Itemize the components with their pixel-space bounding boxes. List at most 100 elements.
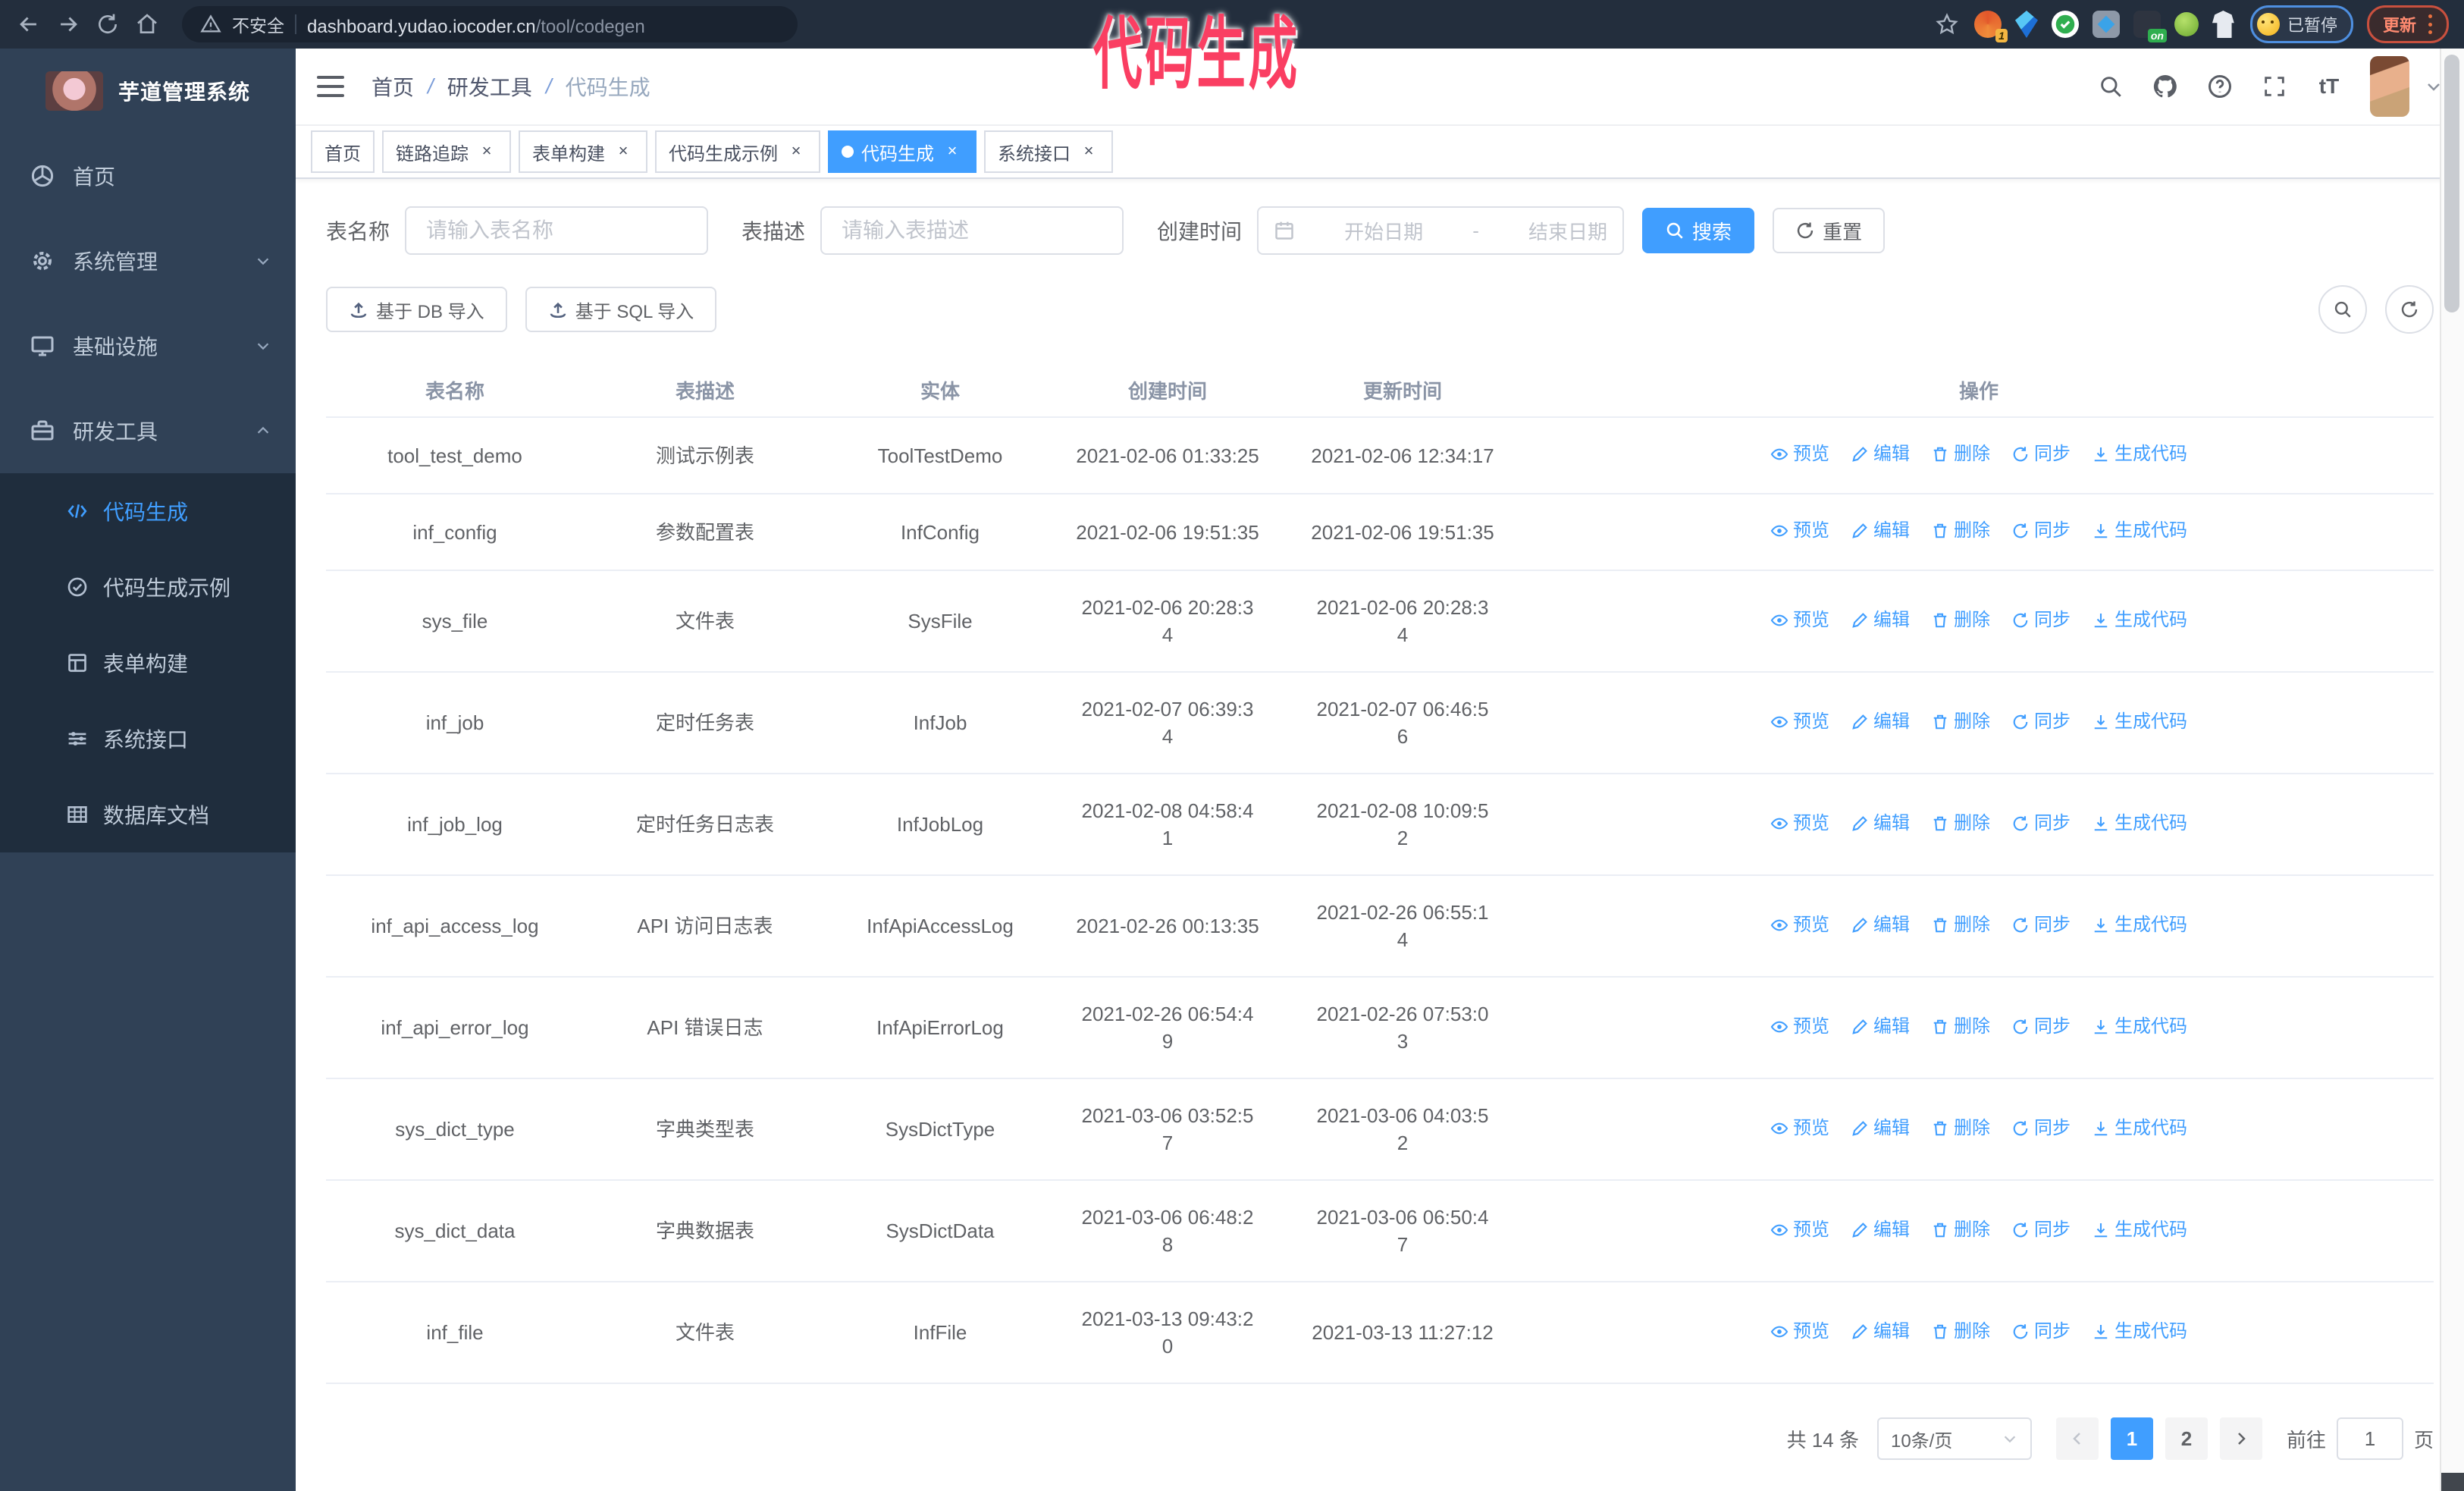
table-name-input[interactable] — [406, 208, 707, 253]
sidebar-item-基础设施[interactable]: 基础设施 — [0, 303, 296, 388]
import-sql-button[interactable]: 基于 SQL 导入 — [525, 287, 717, 332]
page-button-1[interactable]: 1 — [2110, 1417, 2153, 1460]
action-生成代码[interactable]: 生成代码 — [2092, 708, 2187, 736]
next-page-button[interactable] — [2219, 1417, 2262, 1460]
action-生成代码[interactable]: 生成代码 — [2092, 517, 2187, 545]
sidebar-subitem-代码生成示例[interactable]: 代码生成示例 — [0, 549, 296, 625]
page-button-2[interactable]: 2 — [2165, 1417, 2208, 1460]
app-logo[interactable]: 芋道管理系统 — [0, 49, 296, 133]
action-删除[interactable]: 删除 — [1931, 1115, 1990, 1142]
close-icon[interactable]: × — [942, 141, 963, 162]
action-编辑[interactable]: 编辑 — [1851, 912, 1910, 939]
tab-表单构建[interactable]: 表单构建 × — [519, 130, 647, 173]
url-text[interactable]: dashboard.yudao.iocoder.cn/tool/codegen — [307, 11, 645, 39]
import-db-button[interactable]: 基于 DB 导入 — [326, 287, 507, 332]
action-同步[interactable]: 同步 — [2011, 1216, 2071, 1244]
action-编辑[interactable]: 编辑 — [1851, 1216, 1910, 1244]
action-生成代码[interactable]: 生成代码 — [2092, 912, 2187, 939]
action-编辑[interactable]: 编辑 — [1851, 517, 1910, 545]
close-icon[interactable]: × — [476, 141, 497, 162]
action-编辑[interactable]: 编辑 — [1851, 1318, 1910, 1345]
action-编辑[interactable]: 编辑 — [1851, 1013, 1910, 1041]
end-date-placeholder[interactable]: 结束日期 — [1528, 217, 1607, 245]
sidebar-subitem-系统接口[interactable]: 系统接口 — [0, 701, 296, 777]
font-size-icon[interactable]: tT — [2315, 73, 2343, 100]
back-icon[interactable] — [15, 11, 42, 38]
action-预览[interactable]: 预览 — [1770, 810, 1829, 837]
action-生成代码[interactable]: 生成代码 — [2092, 1318, 2187, 1345]
sidebar-subitem-表单构建[interactable]: 表单构建 — [0, 625, 296, 701]
tab-系统接口[interactable]: 系统接口 × — [984, 130, 1113, 173]
tab-代码生成[interactable]: 代码生成 × — [828, 130, 977, 173]
action-生成代码[interactable]: 生成代码 — [2092, 810, 2187, 837]
close-icon[interactable]: × — [613, 141, 634, 162]
action-删除[interactable]: 删除 — [1931, 810, 1990, 837]
action-编辑[interactable]: 编辑 — [1851, 607, 1910, 634]
close-icon[interactable]: × — [1078, 141, 1099, 162]
action-删除[interactable]: 删除 — [1931, 708, 1990, 736]
action-删除[interactable]: 删除 — [1931, 1013, 1990, 1041]
avatar[interactable] — [2370, 56, 2409, 117]
extension-puzzle-icon[interactable] — [2212, 11, 2234, 38]
action-删除[interactable]: 删除 — [1931, 1318, 1990, 1345]
action-删除[interactable]: 删除 — [1931, 517, 1990, 545]
browser-update-button[interactable]: 更新 — [2366, 5, 2449, 43]
scrollbar[interactable] — [2440, 49, 2464, 1491]
action-同步[interactable]: 同步 — [2011, 708, 2071, 736]
action-删除[interactable]: 删除 — [1931, 1216, 1990, 1244]
reset-button[interactable]: 重置 — [1773, 208, 1886, 253]
action-同步[interactable]: 同步 — [2011, 1318, 2071, 1345]
action-预览[interactable]: 预览 — [1770, 1013, 1829, 1041]
action-同步[interactable]: 同步 — [2011, 810, 2071, 837]
action-生成代码[interactable]: 生成代码 — [2092, 1115, 2187, 1142]
sidebar-subitem-数据库文档[interactable]: 数据库文档 — [0, 777, 296, 852]
action-同步[interactable]: 同步 — [2011, 912, 2071, 939]
fullscreen-icon[interactable] — [2261, 73, 2288, 100]
home-icon[interactable] — [133, 11, 161, 38]
action-预览[interactable]: 预览 — [1770, 708, 1829, 736]
date-range-picker[interactable]: 开始日期 - 结束日期 — [1257, 206, 1625, 255]
search-icon[interactable] — [2097, 73, 2124, 100]
extension-grid-icon[interactable] — [2092, 11, 2120, 38]
action-生成代码[interactable]: 生成代码 — [2092, 441, 2187, 468]
security-label[interactable]: 不安全 — [232, 11, 284, 37]
action-编辑[interactable]: 编辑 — [1851, 810, 1910, 837]
extension-gem-icon[interactable] — [2014, 11, 2038, 38]
action-预览[interactable]: 预览 — [1770, 912, 1829, 939]
action-同步[interactable]: 同步 — [2011, 607, 2071, 634]
action-编辑[interactable]: 编辑 — [1851, 1115, 1910, 1142]
search-button[interactable]: 搜索 — [1642, 208, 1755, 253]
sidebar-item-首页[interactable]: 首页 — [0, 133, 296, 218]
action-生成代码[interactable]: 生成代码 — [2092, 1013, 2187, 1041]
action-删除[interactable]: 删除 — [1931, 607, 1990, 634]
extension-check-icon[interactable] — [2051, 11, 2079, 38]
action-同步[interactable]: 同步 — [2011, 1115, 2071, 1142]
breadcrumb-item[interactable]: 研发工具 — [447, 71, 532, 102]
extension-on-icon[interactable]: on — [2133, 11, 2167, 42]
action-编辑[interactable]: 编辑 — [1851, 441, 1910, 468]
help-icon[interactable] — [2206, 73, 2234, 100]
tab-代码生成示例[interactable]: 代码生成示例 × — [655, 130, 820, 173]
start-date-placeholder[interactable]: 开始日期 — [1344, 217, 1423, 245]
page-size-select[interactable]: 10条/页 — [1876, 1417, 2032, 1460]
toggle-search-icon[interactable] — [2318, 285, 2367, 334]
tab-首页[interactable]: 首页 — [311, 130, 375, 173]
reload-icon[interactable] — [94, 11, 121, 38]
close-icon[interactable]: × — [785, 141, 807, 162]
extension-orange-icon[interactable]: 1 — [1973, 11, 2008, 42]
action-编辑[interactable]: 编辑 — [1851, 708, 1910, 736]
action-预览[interactable]: 预览 — [1770, 441, 1829, 468]
action-删除[interactable]: 删除 — [1931, 441, 1990, 468]
action-删除[interactable]: 删除 — [1931, 912, 1990, 939]
sidebar-subitem-代码生成[interactable]: 代码生成 — [0, 473, 296, 549]
action-预览[interactable]: 预览 — [1770, 607, 1829, 634]
breadcrumb-item[interactable]: 首页 — [371, 71, 414, 102]
action-同步[interactable]: 同步 — [2011, 441, 2071, 468]
action-同步[interactable]: 同步 — [2011, 517, 2071, 545]
github-icon[interactable] — [2152, 73, 2179, 100]
scrollbar-thumb[interactable] — [2444, 55, 2459, 312]
address-bar[interactable]: 不安全 dashboard.yudao.iocoder.cn/tool/code… — [182, 6, 798, 42]
tab-链路追踪[interactable]: 链路追踪 × — [382, 130, 511, 173]
profile-paused-badge[interactable]: 已暂停 — [2249, 5, 2353, 43]
refresh-icon[interactable] — [2385, 285, 2434, 334]
